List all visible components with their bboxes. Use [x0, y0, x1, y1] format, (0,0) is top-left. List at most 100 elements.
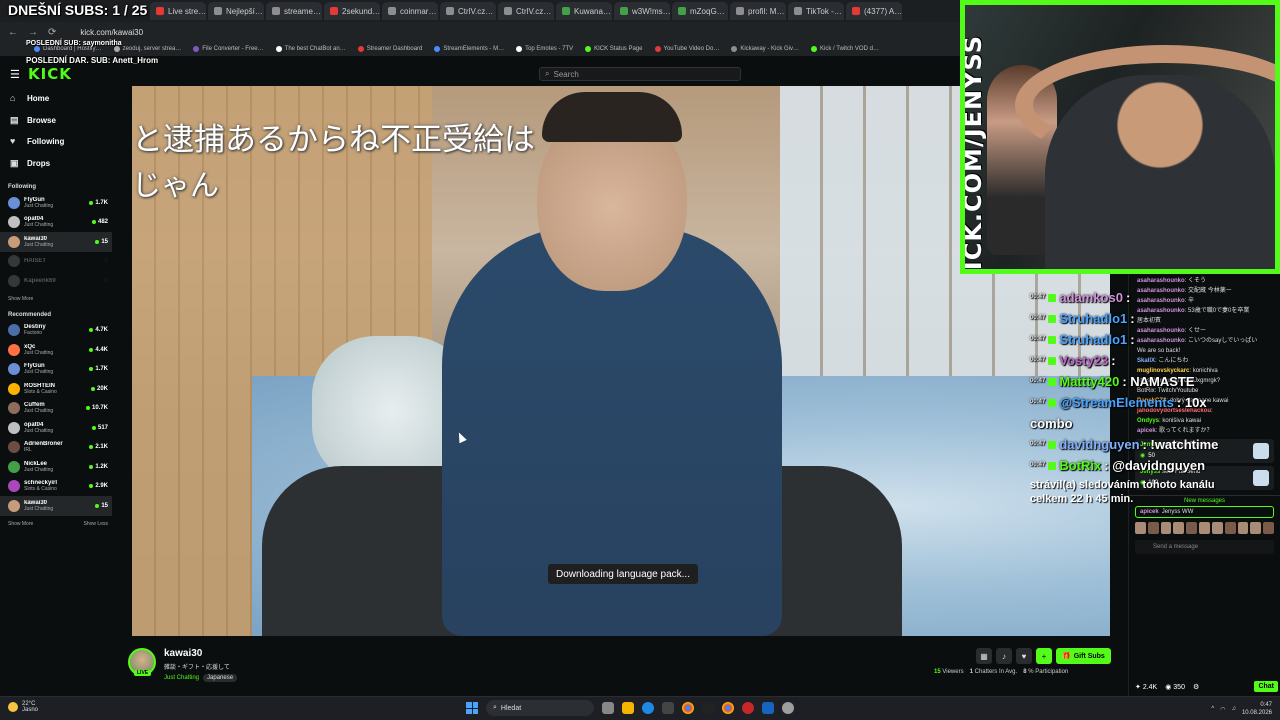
browser-tab[interactable]: Kuwana… — [556, 2, 612, 20]
bookmark-item[interactable]: Streamer Dashboard — [357, 46, 422, 52]
bookmark-item[interactable]: Kick / Twitch VOD d… — [811, 46, 879, 52]
channel-item[interactable]: Kapeenk69 ◌ — [0, 271, 112, 291]
task-view-icon[interactable] — [602, 702, 614, 714]
browser-tab[interactable]: w3W!ms… — [614, 2, 670, 20]
pinned-user[interactable]: apicek — [1140, 509, 1159, 515]
bookmark-item[interactable]: KICK Status Page — [585, 46, 643, 52]
kick-logo[interactable]: KICK — [28, 65, 72, 83]
browser-tab[interactable]: streame… — [266, 2, 322, 20]
chrome-icon[interactable] — [682, 702, 694, 714]
bookmark-item[interactable]: StreamElements - M… — [434, 46, 504, 52]
browser-tab[interactable]: Nejlepší… — [208, 2, 264, 20]
notes-icon[interactable] — [762, 702, 774, 714]
channel-item[interactable]: NickLee Just Chatting 1.2K — [0, 457, 112, 477]
clock[interactable]: 0:47 10.08.2026 — [1242, 701, 1272, 717]
browser-tab[interactable]: CtrlV.cz… — [498, 2, 554, 20]
sidebar-item-browse[interactable]: ▤ Browse — [0, 110, 112, 132]
emote-icon[interactable] — [1263, 522, 1274, 534]
channel-viewers: 2.1K — [89, 444, 108, 450]
browser-tab[interactable]: (4377) A… — [846, 2, 902, 20]
show-more-recommended[interactable]: Show More — [8, 521, 33, 527]
volume-icon[interactable]: ♫ — [1231, 706, 1236, 712]
browser-tab[interactable]: profil: M… — [730, 2, 786, 20]
channel-item[interactable]: xQc Just Chatting 4.4K — [0, 340, 112, 360]
browser-tab[interactable]: coinmar… — [382, 2, 438, 20]
browser-tab[interactable]: mZoqG… — [672, 2, 728, 20]
tray-up-icon[interactable]: ^ — [1211, 706, 1214, 712]
forward-icon[interactable]: → — [28, 27, 38, 38]
show-more-following[interactable]: Show More — [0, 296, 112, 302]
browser-tab[interactable]: CtrlV.cz… — [440, 2, 496, 20]
channel-item[interactable]: AdrienBroner IRL 2.1K — [0, 438, 112, 458]
emote-icon[interactable] — [1211, 522, 1223, 534]
channel-item[interactable]: Destiny Factorio 4.7K — [0, 321, 112, 341]
channel-item[interactable]: opat04 Just Chatting 517 — [0, 418, 112, 438]
chat-button[interactable]: Chat — [1254, 681, 1278, 692]
store-icon[interactable] — [662, 702, 674, 714]
emote-icon[interactable] — [1250, 522, 1262, 534]
channel-item[interactable]: opat04 Just Chatting 482 — [0, 213, 112, 233]
heart-icon[interactable]: ♥ — [1016, 648, 1032, 664]
windows-start-icon[interactable] — [466, 702, 478, 714]
emote-icon[interactable] — [1224, 522, 1236, 534]
gift-subs-button[interactable]: 🎁 Gift Subs — [1056, 648, 1111, 664]
back-icon[interactable]: ← — [8, 27, 18, 38]
bookmark-item[interactable]: File Converter - Free… — [193, 46, 264, 52]
subscribe-icon[interactable]: + — [1036, 648, 1052, 664]
channel-item[interactable]: kawai30 Just Chatting 15 — [0, 232, 112, 252]
stream-category[interactable]: Just Chatting — [164, 675, 199, 681]
emote-icon[interactable] — [1173, 522, 1185, 534]
sidebar-item-following[interactable]: ♥ Following — [0, 131, 112, 153]
wifi-icon[interactable]: ◠ — [1220, 706, 1225, 713]
channel-item[interactable]: ROSHTEIN Slots & Casino 20K — [0, 379, 112, 399]
channel-item[interactable]: HAISET ◌ — [0, 252, 112, 272]
show-less-recommended[interactable]: Show Less — [84, 521, 108, 527]
url-field[interactable]: kick.com/kawai30 — [80, 28, 143, 37]
bookmark-favicon-icon — [731, 46, 738, 52]
settings-icon[interactable]: ⚙ — [1193, 683, 1199, 691]
settings-app-icon[interactable] — [782, 702, 794, 714]
streamer-name[interactable]: kawai30 — [164, 648, 202, 659]
chat-username[interactable]: asaharashounko — [1137, 278, 1185, 284]
channel-item[interactable]: FlyGun Just Chatting 1.7K — [0, 193, 112, 213]
emote-icon[interactable] — [1160, 522, 1172, 534]
emote-icon[interactable] — [1199, 522, 1210, 534]
channel-item[interactable]: kawai30 Just Chatting 15 — [0, 496, 112, 516]
emote-icon[interactable] — [1135, 522, 1146, 534]
stream-tag[interactable]: Japanese — [203, 674, 238, 682]
live-dot-icon — [91, 425, 96, 430]
bookmark-item[interactable]: Kickaway - Kick Giv… — [731, 46, 799, 52]
browser-tab[interactable]: 2sekund… — [324, 2, 380, 20]
search-input[interactable]: ⌕ Search — [539, 67, 741, 81]
channel-item[interactable]: Cuffem Just Chatting 10.7K — [0, 399, 112, 419]
chrome-profile-icon[interactable] — [722, 702, 734, 714]
sidebar-item-drops[interactable]: ▣ Drops — [0, 153, 112, 175]
bookmark-item[interactable]: Top Emotes - 7TV — [516, 46, 573, 52]
heart-icon: ♥ — [10, 136, 16, 147]
bell-icon[interactable]: ♪ — [996, 648, 1012, 664]
browser-tab[interactable]: Live stre… — [150, 2, 206, 20]
reload-icon[interactable]: ⟳ — [48, 27, 56, 38]
overlay-chat-message: 00:47 Vosty23: — [1030, 350, 1240, 371]
points-indicator[interactable]: ✦ 2.4K — [1135, 683, 1157, 691]
terminal-icon[interactable] — [702, 702, 714, 714]
bookmark-item[interactable]: YouTube Video Do… — [654, 46, 719, 52]
browser-tab[interactable]: TikTok -… — [788, 2, 844, 20]
channel-item[interactable]: schneckyirl Slots & Casino 2.9K — [0, 477, 112, 497]
menu-icon[interactable]: ☰ — [10, 68, 20, 81]
channel-item[interactable]: FlyGun Just Chatting 1.7K — [0, 360, 112, 380]
emote-icon[interactable] — [1186, 522, 1198, 534]
emote-icon[interactable] — [1237, 522, 1249, 534]
file-explorer-icon[interactable] — [622, 702, 634, 714]
bookmark-item[interactable]: zeoduj, server strea… — [113, 46, 181, 52]
weather-widget[interactable]: 22°C Jasno — [8, 701, 38, 713]
taskbar-search[interactable]: ⌕ Hledat — [486, 700, 594, 716]
emote-icon[interactable] — [1147, 522, 1159, 534]
obs-icon[interactable] — [742, 702, 754, 714]
clip-icon[interactable]: ▦ — [976, 648, 992, 664]
coins-indicator[interactable]: ◉ 350 — [1165, 683, 1185, 691]
chat-input[interactable]: Send a message — [1135, 540, 1274, 554]
edge-icon[interactable] — [642, 702, 654, 714]
bookmark-item[interactable]: The best ChatBot an… — [275, 46, 346, 52]
sidebar-item-home[interactable]: ⌂ Home — [0, 88, 112, 110]
